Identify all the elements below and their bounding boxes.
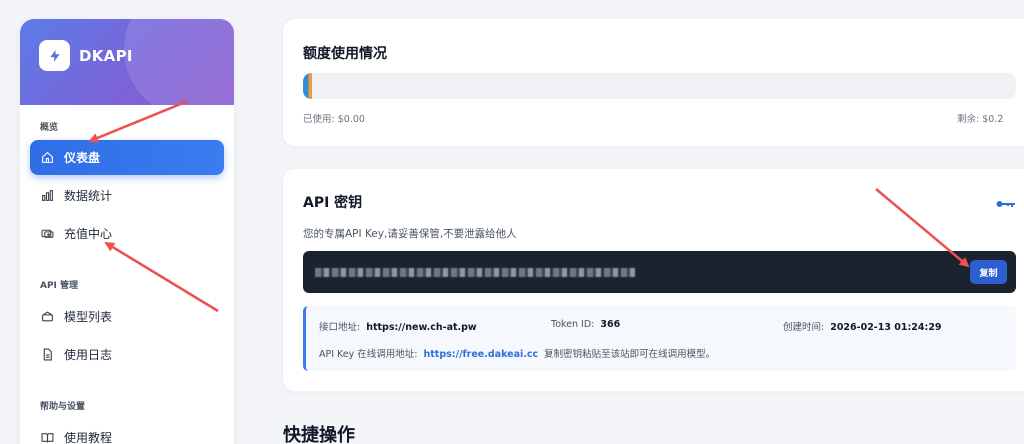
brand-name: DKAPI (79, 47, 133, 65)
token-id-label: Token ID: (551, 319, 595, 330)
sidebar-item-label: 使用教程 (64, 431, 113, 444)
section-label-api: API 管理 (40, 281, 79, 291)
quota-progress-fill (303, 73, 313, 99)
api-key-card: API 密钥 您的专属API Key,请妥善保管,不要泄露给他人 复制 接口地址… (283, 169, 1024, 391)
endpoint-row: 接口地址: https://new.ch-at.pw (319, 319, 477, 333)
layers-icon (40, 310, 54, 324)
quota-title: 额度使用情况 (303, 46, 387, 62)
online-label: API Key 在线调用地址: (319, 349, 418, 360)
sidebar-item-tutorial[interactable]: 使用教程 (30, 420, 224, 444)
api-key-description: 您的专属API Key,请妥善保管,不要泄露给他人 (303, 228, 517, 240)
sidebar-item-dashboard[interactable]: 仪表盘 (30, 140, 224, 175)
wallet-icon (40, 227, 54, 241)
online-url-link[interactable]: https://free.dakeai.cc (424, 349, 539, 360)
sidebar-item-label: 仪表盘 (64, 151, 101, 165)
endpoint-label: 接口地址: (319, 322, 361, 333)
sidebar-item-statistics[interactable]: 数据统计 (30, 178, 224, 213)
key-icon (996, 194, 1016, 213)
sidebar: DKAPI 概览 仪表盘 数据统计 充值中心 API 管理 模型列表 使用日志 … (20, 19, 234, 444)
document-icon (40, 348, 54, 362)
sidebar-item-label: 使用日志 (64, 348, 113, 362)
section-label-overview: 概览 (40, 123, 59, 133)
online-row: API Key 在线调用地址: https://free.dakeai.cc 复制密… (319, 346, 715, 360)
token-id-value: 366 (600, 319, 621, 330)
api-info-box: 接口地址: https://new.ch-at.pw Token ID: 366 创… (303, 306, 1016, 371)
sidebar-item-label: 充值中心 (64, 227, 113, 241)
quota-progress-bar (303, 73, 1016, 99)
quota-used: 已使用: $0.00 (303, 114, 365, 125)
quota-card: 额度使用情况 已使用: $0.00 剩余: $0.2 (283, 19, 1024, 146)
online-hint: 复制密钥粘贴至该站即可在线调用模型。 (544, 349, 716, 360)
brand-header[interactable]: DKAPI (20, 19, 234, 105)
api-key-title: API 密钥 (303, 195, 363, 211)
sidebar-item-logs[interactable]: 使用日志 (30, 337, 224, 372)
sidebar-item-recharge[interactable]: 充值中心 (30, 216, 224, 251)
shortcuts-heading: 快捷操作 (283, 425, 355, 444)
token-id-row: Token ID: 366 (551, 319, 620, 330)
sidebar-item-models[interactable]: 模型列表 (30, 299, 224, 334)
sidebar-item-label: 模型列表 (64, 310, 113, 324)
home-icon (40, 151, 54, 165)
api-key-display[interactable]: 复制 (303, 251, 1016, 293)
quota-remaining: 剩余: $0.2 (957, 114, 1004, 125)
book-icon (40, 431, 54, 444)
sidebar-item-label: 数据统计 (64, 189, 113, 203)
created-label: 创建时间: (783, 322, 825, 333)
bolt-icon (39, 40, 70, 71)
brand-decoration (124, 19, 234, 105)
api-key-masked-value (315, 268, 635, 277)
created-row: 创建时间: 2026-02-13 01:24:29 (783, 319, 942, 333)
bar-chart-icon (40, 189, 54, 203)
copy-button[interactable]: 复制 (970, 260, 1007, 284)
endpoint-value[interactable]: https://new.ch-at.pw (366, 322, 477, 333)
created-value: 2026-02-13 01:24:29 (830, 322, 942, 333)
section-label-help: 帮助与设置 (40, 402, 86, 412)
